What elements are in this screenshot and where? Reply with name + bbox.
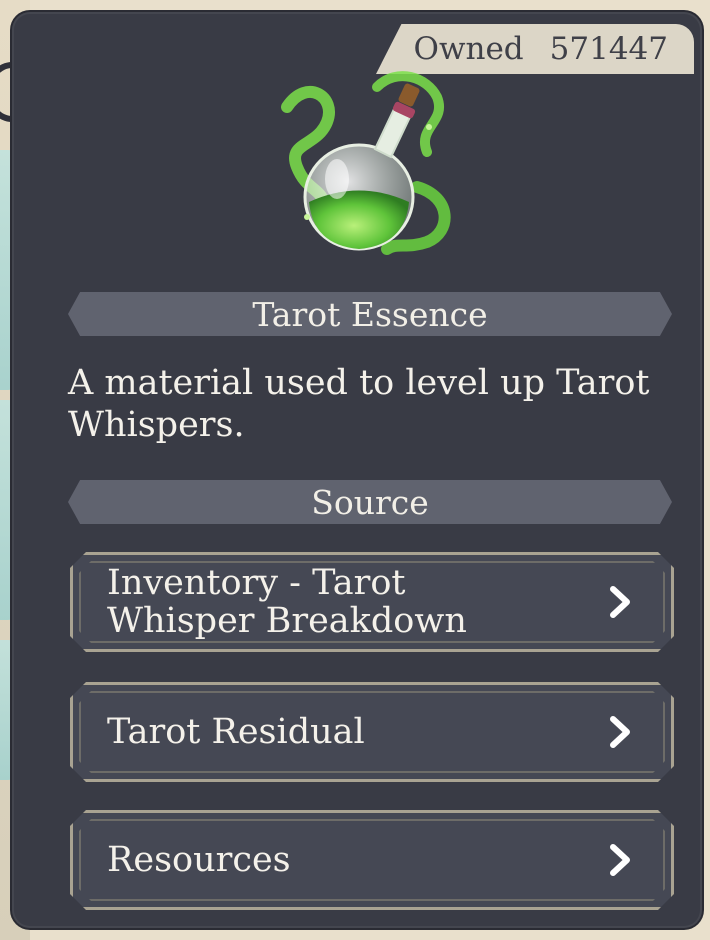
chevron-right-icon — [603, 585, 637, 619]
source-header-bar: Source — [68, 480, 672, 524]
owned-label: Owned — [413, 31, 524, 67]
item-description: A material used to level up Tarot Whispe… — [68, 363, 650, 445]
item-name-bar: Tarot Essence — [68, 292, 672, 336]
source-entry-label: Inventory - Tarot Whisper Breakdown — [107, 563, 467, 641]
chevron-right-icon — [603, 843, 637, 877]
item-tooltip-panel: Owned 571447 Tarot Essence A material us… — [12, 12, 702, 928]
source-entry-resources[interactable]: Resources — [70, 810, 674, 910]
owned-count: 571447 — [549, 31, 668, 67]
green-potion-icon — [267, 67, 467, 267]
item-name: Tarot Essence — [252, 294, 488, 334]
source-entry-inventory-breakdown[interactable]: Inventory - Tarot Whisper Breakdown — [70, 552, 674, 652]
source-entry-label: Resources — [107, 840, 291, 880]
source-entry-tarot-residual[interactable]: Tarot Residual — [70, 682, 674, 782]
source-header: Source — [311, 482, 429, 522]
chevron-right-icon — [603, 715, 637, 749]
source-entry-label: Tarot Residual — [107, 712, 365, 752]
